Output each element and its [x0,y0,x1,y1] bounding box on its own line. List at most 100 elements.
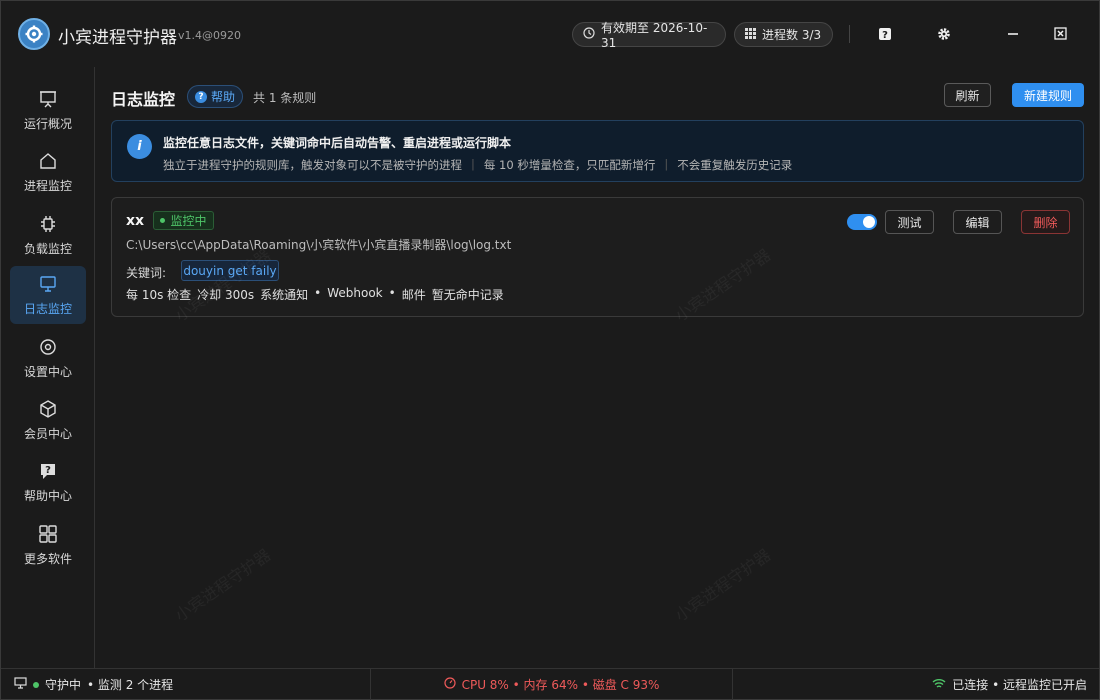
info-note: 独立于进程守护的规则库，触发对象可以不是被守护的进程 [163,158,462,172]
watermark: 小宾进程守护器 [671,545,775,626]
sidebar-item-label: 更多软件 [23,552,72,566]
watermark: 小宾进程守护器 [171,545,275,626]
status-badge: 监控中 [153,211,214,230]
help-icon: ? [37,460,59,482]
home-icon [37,150,59,172]
meta-interval: 每 10s 检查 [126,288,192,302]
page-title: 日志监控 [111,90,176,109]
note-divider: | [471,157,475,171]
monitor-small-icon [14,677,27,692]
help-link-label: 帮助 [210,90,235,104]
guard-status-dot-icon [33,681,39,688]
question-circle-icon: ? [194,90,207,103]
info-banner-notes: 独立于进程守护的规则库，触发对象可以不是被守护的进程 | 每 10 秒增量检查，… [163,157,792,173]
meta-separator: • [388,286,396,300]
svg-text:?: ? [882,30,888,41]
info-banner: i 监控任意日志文件，关键词命中后自动告警、重启进程或运行脚本 独立于进程守护的… [111,120,1084,182]
rule-count: 共 1 条规则 [253,91,317,105]
help-button[interactable]: ? [875,25,895,45]
toggle-knob [863,216,875,228]
sidebar-item-label: 日志监控 [23,302,72,316]
rule-enable-toggle[interactable] [847,214,877,230]
app-logo-icon [18,18,50,50]
wifi-icon [932,678,946,692]
title-divider [849,25,850,43]
expiry-pill[interactable]: 有效期至 2026-10-31 [572,21,726,50]
app-version: v1.4@0920 [178,29,241,42]
grid-icon [37,523,59,545]
info-icon: i [127,134,152,159]
rule-card: xx 监控中 C:\Users\cc\AppData\Roaming\小宾软件\… [111,197,1084,317]
guard-status-text: 守护中 [45,678,82,692]
sidebar-item-label: 负载监控 [23,242,72,256]
help-link[interactable]: ? 帮助 [187,85,243,108]
process-count-pill[interactable]: 进程数 3/3 [734,22,833,47]
keyword-label: 关键词: [126,266,167,280]
svg-text:?: ? [45,465,51,476]
rule-meta: 每 10s 检查 冷却 300s 系统通知 • Webhook • 邮件 暂无命… [126,286,504,303]
grid-dots-icon [745,27,756,42]
close-button[interactable] [1050,25,1070,45]
sidebar-item-settings[interactable]: 设置中心 [10,329,86,387]
status-dot-icon [160,218,166,223]
process-count-text: 进程数 3/3 [762,28,822,42]
note-divider: | [664,157,669,171]
connection-status: 已连接 • 远程监控已开启 [932,669,1087,700]
info-banner-title: 监控任意日志文件，关键词命中后自动告警、重启进程或运行脚本 [163,136,512,150]
info-note: 不会重复触发历史记录 [677,158,793,172]
minimize-button[interactable] [1003,25,1023,45]
rule-name: xx [126,213,145,229]
meta-hits: 暂无命中记录 [431,288,504,302]
sidebar-item-overview[interactable]: 运行概况 [10,81,86,139]
close-icon [1053,27,1067,43]
expiry-text: 有效期至 2026-10-31 [601,21,708,50]
title-bar: 小宾进程守护器 v1.4@0920 有效期至 2026-10-31 进程数 3/… [1,1,1099,67]
new-rule-button[interactable]: 新建规则 [1012,83,1084,107]
rule-log-path: C:\Users\cc\AppData\Roaming\小宾软件\小宾直播录制器… [126,238,512,252]
presentation-icon [37,88,59,110]
sidebar-item-more-software[interactable]: 更多软件 [10,516,86,574]
meta-email: 邮件 [401,288,426,302]
meta-notify: 系统通知 [260,288,309,302]
sidebar: 运行概况 进程监控 负载监控 日志监控 设置中心 会员中心 ? 帮助中心 更多软… [1,67,95,668]
refresh-button[interactable]: 刷新 [944,83,991,107]
cpu-icon [37,213,59,235]
status-label: 监控中 [170,214,207,228]
sidebar-item-log-monitor[interactable]: 日志监控 [10,266,86,324]
sidebar-item-membership[interactable]: 会员中心 [10,391,86,449]
resource-status: CPU 8% • 内存 64% • 磁盘 C 93% [370,669,733,700]
sidebar-item-label: 帮助中心 [23,489,72,503]
resource-text: CPU 8% • 内存 64% • 磁盘 C 93% [461,678,660,692]
delete-button[interactable]: 删除 [1021,210,1070,234]
question-icon: ? [878,27,892,44]
sidebar-item-label: 运行概况 [23,117,72,131]
settings-icon [37,336,59,358]
minimize-icon [1007,28,1019,43]
app-title: 小宾进程守护器 [58,28,177,48]
sidebar-item-label: 设置中心 [23,365,72,379]
meta-cooldown: 冷却 300s [197,288,255,302]
edit-button[interactable]: 编辑 [953,210,1002,234]
guard-status: 守护中 • 监测 2 个进程 [14,669,173,700]
monitor-icon [37,273,59,295]
sidebar-item-process-monitor[interactable]: 进程监控 [10,143,86,201]
clock-icon [583,27,595,42]
monitoring-count: • 监测 2 个进程 [87,678,174,692]
gauge-icon [443,677,456,692]
sidebar-item-load-monitor[interactable]: 负载监控 [10,206,86,264]
meta-webhook: Webhook [327,286,383,300]
sidebar-item-label: 进程监控 [23,179,72,193]
status-bar: 守护中 • 监测 2 个进程 CPU 8% • 内存 64% • 磁盘 C 93… [1,668,1099,700]
connection-text: 已连接 • 远程监控已开启 [952,678,1087,692]
keyword-chip: douyin get faily [181,260,279,281]
test-button[interactable]: 测试 [885,210,934,234]
box-icon [37,398,59,420]
app-window: 小宾进程守护器 v1.4@0920 有效期至 2026-10-31 进程数 3/… [0,0,1100,700]
sidebar-item-label: 会员中心 [23,427,72,441]
main-content: 日志监控 ? 帮助 共 1 条规则 刷新 新建规则 i 监控任意日志文件，关键词… [96,67,1099,668]
info-note: 每 10 秒增量检查，只匹配新增行 [483,158,656,172]
sidebar-item-help[interactable]: ? 帮助中心 [10,453,86,511]
meta-separator: • [314,286,322,300]
settings-button[interactable] [934,25,954,45]
gear-icon [936,26,952,45]
